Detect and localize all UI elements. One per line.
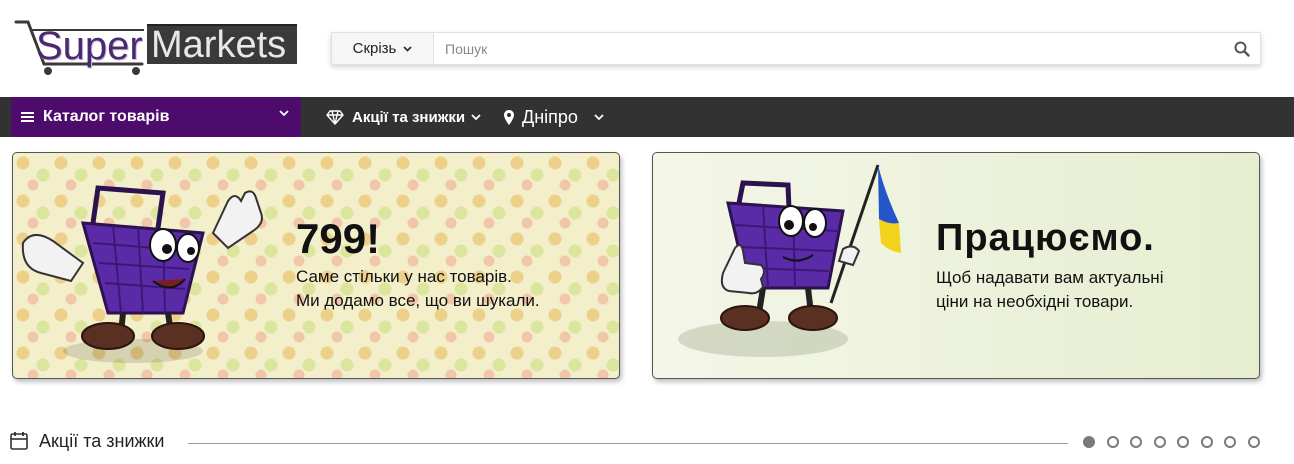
menu-icon bbox=[21, 110, 34, 124]
banner-title: 799! bbox=[296, 215, 381, 262]
banner-text-line: ціни на необхідні товари. bbox=[936, 292, 1134, 311]
banner-text-line: Ми додамо все, що ви шукали. bbox=[296, 291, 540, 310]
carousel-dot[interactable] bbox=[1083, 436, 1095, 448]
chevron-down-icon bbox=[279, 110, 289, 117]
city-selector[interactable]: Дніпро bbox=[504, 97, 604, 137]
search-scope-dropdown[interactable]: Скрізь bbox=[332, 33, 434, 64]
carousel-dot[interactable] bbox=[1177, 436, 1189, 448]
carousel-dot[interactable] bbox=[1130, 436, 1142, 448]
promo-banner-working[interactable]: Працюємо. Щоб надавати вам актуальні цін… bbox=[652, 152, 1260, 379]
search-scope-label: Скрізь bbox=[352, 40, 397, 57]
carousel-dot[interactable] bbox=[1153, 436, 1166, 448]
catalog-label: Каталог товарів bbox=[43, 108, 170, 125]
promotions-label: Акції та знижки bbox=[352, 108, 466, 126]
catalog-menu-button[interactable]: Каталог товарів bbox=[11, 97, 301, 137]
promotions-menu[interactable]: Акції та знижки bbox=[326, 97, 489, 137]
carousel-dot[interactable] bbox=[1247, 436, 1260, 448]
calendar-icon bbox=[10, 432, 28, 450]
banner-description: Щоб надавати вам актуальні ціни на необх… bbox=[936, 266, 1163, 314]
chevron-down-icon bbox=[403, 45, 413, 52]
search-bar: Скрізь bbox=[331, 32, 1261, 65]
chevron-down-icon bbox=[471, 113, 481, 120]
search-input[interactable] bbox=[434, 33, 1224, 64]
carousel-pager bbox=[1083, 436, 1271, 448]
logo[interactable]: Super Markets bbox=[14, 18, 298, 76]
promotions-section-header: Акції та знижки bbox=[10, 428, 1284, 456]
map-pin-icon bbox=[504, 109, 514, 125]
banner-text-line: Щоб надавати вам актуальні bbox=[936, 268, 1164, 287]
main-navbar: Каталог товарів Акції та знижки Дніпро bbox=[0, 97, 1294, 137]
basket-mascot-flag-image bbox=[678, 164, 901, 357]
banner-text-line: Саме стільки у нас товарів. bbox=[296, 267, 512, 286]
search-button[interactable] bbox=[1224, 33, 1260, 64]
banner-description: Саме стільки у нас товарів. Ми додамо вс… bbox=[296, 265, 540, 313]
section-title: Акції та знижки bbox=[39, 431, 165, 451]
section-divider bbox=[188, 443, 1068, 444]
logo-markets-text: Markets bbox=[151, 24, 287, 66]
search-icon bbox=[1234, 41, 1250, 57]
banner-title: Працюємо. bbox=[936, 217, 1155, 259]
carousel-dot[interactable] bbox=[1106, 436, 1119, 448]
city-label: Дніпро bbox=[522, 106, 578, 127]
diamond-icon bbox=[326, 109, 344, 125]
basket-mascot-waving-image bbox=[21, 185, 263, 363]
chevron-down-icon bbox=[594, 113, 604, 120]
carousel-dot[interactable] bbox=[1224, 436, 1236, 448]
header: Super Markets Скрізь bbox=[0, 0, 1294, 97]
carousel-dot[interactable] bbox=[1200, 436, 1213, 448]
promo-banner-products-count[interactable]: 799! Саме стільки у нас товарів. Ми дода… bbox=[12, 152, 620, 379]
logo-super-text: Super bbox=[36, 24, 143, 68]
